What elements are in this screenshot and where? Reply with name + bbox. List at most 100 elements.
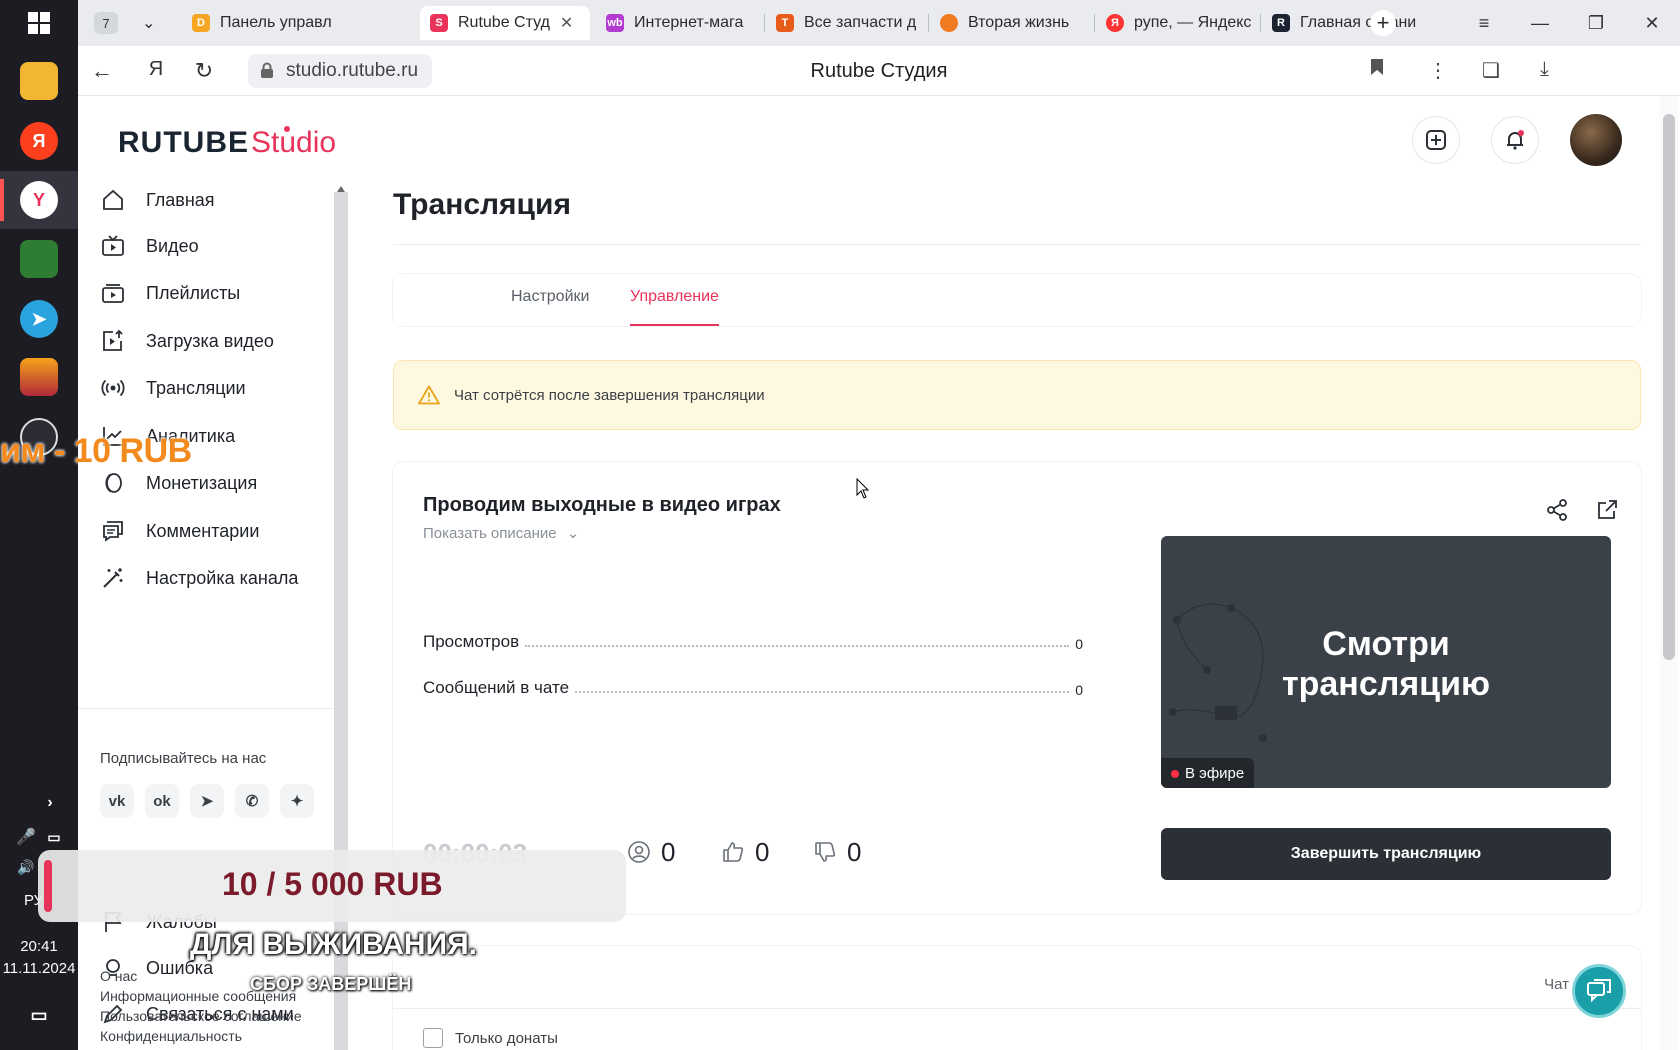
browser-tab-1[interactable]: S Rutube Студ ✕	[420, 6, 590, 40]
dzen-icon[interactable]: ✦	[280, 784, 314, 818]
browser-tab-0[interactable]: D Панель управл	[182, 6, 412, 40]
tab-separator	[1094, 14, 1095, 32]
browser-tab-5[interactable]: Я рупе, — Яндекс	[1096, 6, 1256, 40]
bookmark-icon[interactable]	[1370, 58, 1384, 82]
sidebar-item-comments[interactable]: Комментарии	[100, 513, 259, 549]
notifications-icon[interactable]: ▭	[20, 996, 58, 1034]
share-icon[interactable]	[1543, 496, 1571, 524]
preview-text-line1: Смотри	[1322, 625, 1450, 663]
volume-icon[interactable]: 🔊	[14, 848, 38, 886]
telegram-icon[interactable]: ➤	[190, 784, 224, 818]
browser-tab-3[interactable]: T Все запчасти д	[766, 6, 926, 40]
sidebar-item-upload[interactable]: Загрузка видео	[100, 323, 274, 359]
likes-counter: 0	[721, 834, 769, 870]
stream-preview[interactable]: Смотри трансляцию В эфире	[1161, 536, 1611, 788]
file-explorer-icon[interactable]	[20, 62, 58, 100]
stat-views: Просмотров 0	[423, 628, 1083, 652]
collections-icon[interactable]: ❏	[1482, 58, 1500, 83]
browser-tab-4[interactable]: Вторая жизнь	[930, 6, 1090, 40]
home-icon	[100, 187, 126, 213]
yandex-button-icon[interactable]: Я	[142, 58, 170, 81]
support-chat-button[interactable]	[1572, 964, 1626, 1018]
notifications-button[interactable]	[1491, 116, 1539, 164]
telegram-icon[interactable]: ➤	[20, 300, 58, 338]
new-tab-button[interactable]: +	[1370, 10, 1396, 36]
only-donations-label: Только донаты	[455, 1029, 558, 1047]
browser-tab-label: Главная страни	[1300, 14, 1417, 31]
open-external-icon[interactable]	[1593, 496, 1621, 524]
back-icon[interactable]: ←	[88, 58, 116, 84]
main-scrollbar[interactable]	[1660, 96, 1678, 1050]
sidebar-item-channel-settings[interactable]: Настройка канала	[100, 560, 298, 596]
footer-link-terms[interactable]: Пользовательское соглашение	[100, 1008, 302, 1024]
restore-icon[interactable]: ❐	[1568, 13, 1624, 34]
sidebar-item-video[interactable]: Видео	[100, 228, 199, 264]
logo-brand: RUTUBE	[118, 126, 249, 159]
scroll-up-arrow[interactable]	[337, 186, 345, 192]
only-donations-checkbox[interactable]: Только донаты	[423, 1028, 558, 1048]
donation-goal-overlay: 10 / 5 000 RUB	[38, 850, 626, 922]
footer-link-privacy[interactable]: Конфиденциальность	[100, 1028, 242, 1044]
show-description-link[interactable]: Показать описание ⌄	[423, 524, 579, 542]
tab-count[interactable]: 7	[94, 12, 118, 34]
tab-management[interactable]: Управление	[630, 288, 719, 306]
browser-tab-6[interactable]: R Главная страни	[1262, 6, 1430, 40]
video-icon	[100, 233, 126, 259]
stat-value: 0	[1075, 682, 1083, 698]
footer-link-about[interactable]: О нас	[100, 968, 137, 984]
upload-icon	[100, 328, 126, 354]
tab-settings[interactable]: Настройки	[511, 288, 589, 306]
magic-wand-icon	[100, 565, 126, 591]
overlay-caption: ДЛЯ ВЫЖИВАНИЯ.	[190, 928, 477, 961]
close-tab-icon[interactable]: ✕	[560, 13, 573, 33]
windows-start-icon[interactable]	[20, 4, 58, 42]
download-icon[interactable]: ⤓	[1540, 58, 1549, 81]
sidebar-item-label: Трансляции	[146, 377, 246, 398]
avatar[interactable]	[1570, 114, 1622, 166]
scrollbar-thumb[interactable]	[1663, 114, 1675, 660]
viewers-counter: 0	[627, 834, 675, 870]
add-icon	[1426, 130, 1446, 150]
stat-value: 0	[1075, 636, 1083, 652]
browser-tab-label: Все запчасти д	[804, 14, 917, 31]
vk-icon[interactable]: vk	[100, 784, 134, 818]
menu-icon[interactable]: ≡	[1456, 13, 1512, 34]
url-field[interactable]: studio.rutube.ru	[248, 54, 433, 88]
browser-tab-label: рупе, — Яндекс	[1134, 14, 1252, 31]
live-badge: В эфире	[1161, 758, 1255, 788]
rutube-studio-logo[interactable]: RUTUBEStudio	[118, 126, 336, 160]
clock-date[interactable]: 11.11.2024	[0, 958, 78, 980]
chat-card: Чат Только донаты	[393, 946, 1641, 1050]
tab-separator	[1260, 14, 1261, 32]
chat-label: Чат	[1544, 976, 1569, 993]
yandex-icon[interactable]: Я	[20, 122, 58, 160]
money-app-icon[interactable]	[20, 240, 58, 278]
stat-label: Сообщений в чате	[423, 678, 570, 697]
viewers-count: 0	[661, 836, 676, 867]
yandex-browser-icon[interactable]: Y	[20, 181, 58, 219]
close-window-icon[interactable]: ✕	[1624, 13, 1680, 34]
clock-time[interactable]: 20:41	[0, 936, 78, 958]
sidebar-item-home[interactable]: Главная	[100, 182, 215, 218]
sidebar-item-playlists[interactable]: Плейлисты	[100, 275, 240, 311]
create-button[interactable]	[1412, 116, 1460, 164]
checkbox-box[interactable]	[423, 1028, 443, 1048]
goal-progress-bar	[44, 860, 52, 912]
viber-icon[interactable]: ✆	[235, 784, 269, 818]
end-stream-button[interactable]: Завершить трансляцию	[1161, 828, 1611, 880]
chat-warning-banner: Чат сотрётся после завершения трансляции	[393, 360, 1641, 430]
ok-icon[interactable]: ok	[145, 784, 179, 818]
sidebar-item-broadcasts[interactable]: Трансляции	[100, 370, 246, 406]
minimize-icon[interactable]: —	[1512, 13, 1568, 34]
chevron-right-icon[interactable]: ›	[40, 784, 60, 822]
tab-separator	[764, 14, 765, 32]
title-divider	[393, 244, 1641, 245]
browser-tab-label: Вторая жизнь	[968, 14, 1070, 31]
more-menu-icon[interactable]: ⋮	[1428, 58, 1448, 83]
thumbs-up-icon	[723, 842, 744, 862]
game-app-icon[interactable]	[20, 358, 58, 396]
browser-tab-2[interactable]: wb Интернет-мага	[596, 6, 756, 40]
address-bar: ← Я ↻ studio.rutube.ru Rutube Студия ⋮ ❏…	[78, 46, 1680, 96]
reload-icon[interactable]: ↻	[190, 58, 218, 84]
tab-dropdown-icon[interactable]: ⌄	[132, 6, 162, 40]
